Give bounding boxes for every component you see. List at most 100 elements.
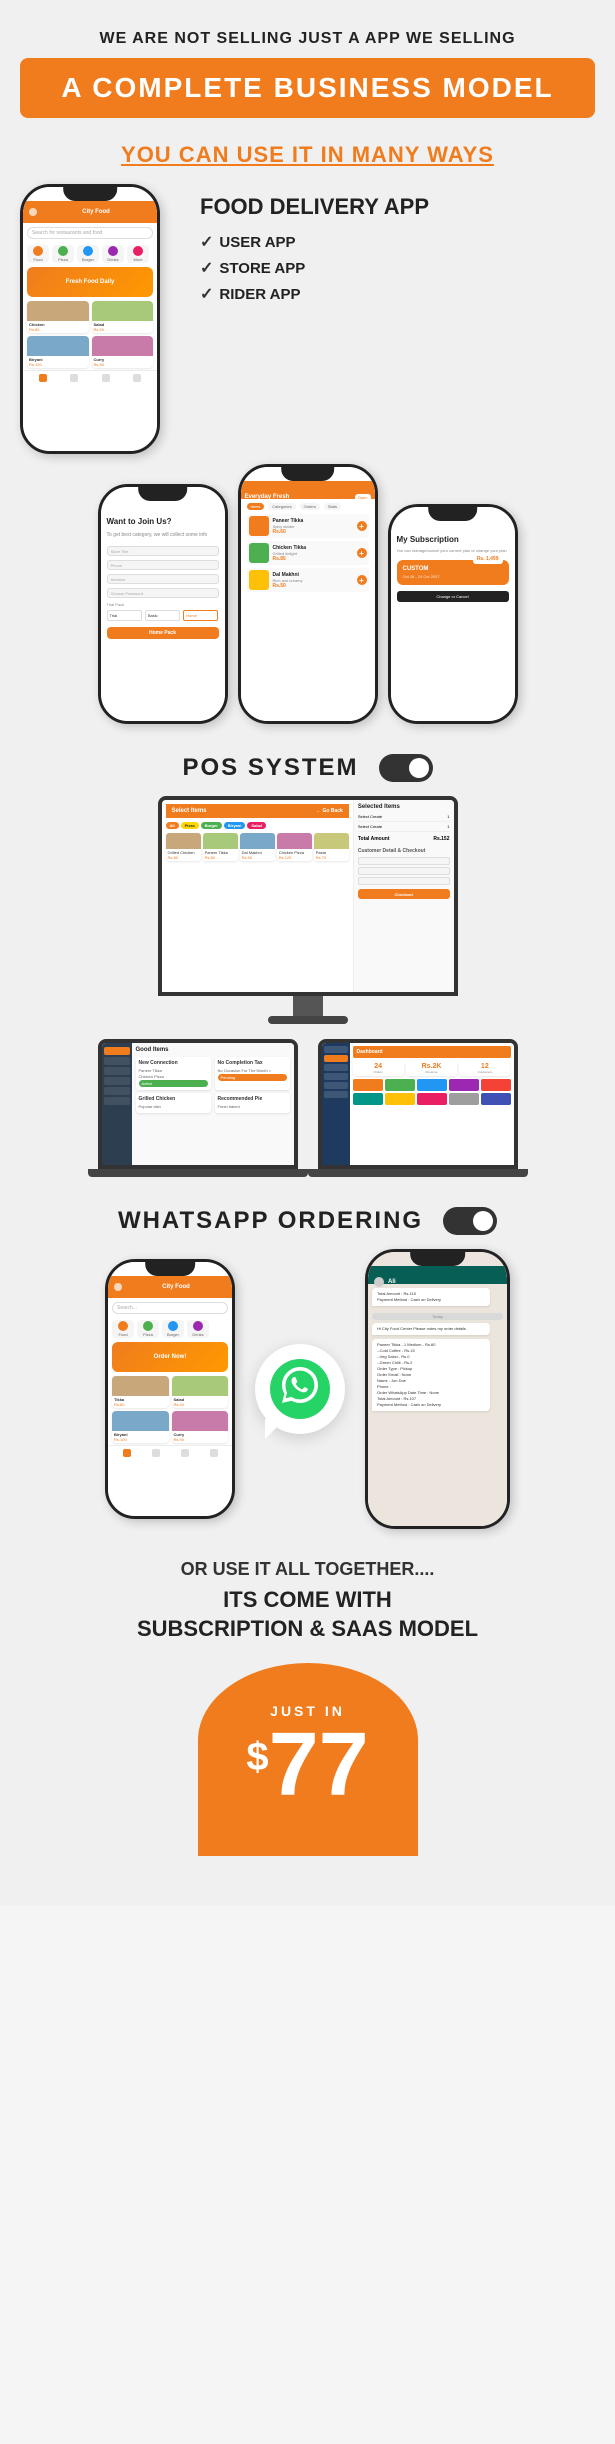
item-img — [240, 833, 275, 849]
whatsapp-icon-wrapper — [255, 1344, 345, 1434]
combine-section: OR USE IT ALL TOGETHER.... ITS COME WITH… — [20, 1559, 595, 1643]
item-qty: 1 — [447, 824, 449, 829]
plan-date: Oct 28 - 24 Oct 2027 — [403, 574, 503, 579]
pos-left: Select Items ← Go Back All Pizza Burger … — [162, 800, 354, 992]
checkout-button[interactable]: Checkout — [358, 889, 450, 899]
phone-input[interactable]: Phone — [107, 560, 219, 570]
stats-row: 24 Orders Rs.2K Revenue 12 — [353, 1061, 511, 1076]
register-title: Want to Join Us? — [107, 517, 219, 526]
add-button[interactable]: + — [357, 548, 367, 558]
plan-basic[interactable]: Basic — [145, 610, 180, 621]
sub-desc: You can manage/cancel your current plan … — [397, 548, 509, 554]
total-value: Rs.152 — [433, 836, 449, 842]
use-it-title: YOU CAN USE IT IN MANY WAYS — [20, 142, 595, 168]
food-delivery-info: FOOD DELIVERY APP ✓ USER APP ✓ STORE APP… — [200, 184, 595, 310]
monitor-container: Select Items ← Go Back All Pizza Burger … — [20, 796, 595, 1024]
filter-burger[interactable]: Burger — [201, 822, 222, 829]
nav-item[interactable] — [324, 1073, 348, 1080]
nav-item[interactable] — [324, 1091, 348, 1098]
whatsapp-logo — [270, 1359, 330, 1419]
remark-input[interactable] — [358, 877, 450, 885]
address-input[interactable]: Address — [107, 574, 219, 584]
nav-item[interactable] — [104, 1077, 130, 1085]
phone-search[interactable]: Search... — [112, 1302, 228, 1314]
order-card: No Completion Tax No Occasion For The Mo… — [215, 1057, 290, 1090]
product-price: Rs.60 — [273, 529, 353, 535]
nav-item[interactable] — [324, 1055, 348, 1062]
product-card: Curry Rs.90 — [92, 336, 154, 368]
action-btn[interactable] — [417, 1093, 447, 1105]
nav-item[interactable] — [104, 1057, 130, 1065]
customer-phone-input[interactable] — [358, 867, 450, 875]
filter-salad[interactable]: Salad — [247, 822, 266, 829]
customer-name-input[interactable] — [358, 857, 450, 865]
ef-product-1: Paneer Tikka Spicy starter Rs.60 + — [247, 514, 369, 538]
nav-item[interactable] — [104, 1047, 130, 1055]
item-img — [314, 833, 349, 849]
profile-icon — [210, 1449, 218, 1457]
action-btn[interactable] — [353, 1093, 383, 1105]
register-button[interactable]: Home Pack — [107, 627, 219, 639]
item-img — [203, 833, 238, 849]
sub-title: My Subscription — [397, 535, 509, 544]
add-button[interactable]: + — [357, 575, 367, 585]
action-btn[interactable] — [353, 1079, 383, 1091]
cat-item: Pizza — [137, 1320, 159, 1338]
action-btn[interactable] — [385, 1079, 415, 1091]
plan-home[interactable]: Home — [183, 610, 218, 621]
pos-item[interactable]: Grilled Chicken Rs.80 — [166, 833, 201, 861]
phone-notch — [138, 487, 188, 501]
nav-item[interactable] — [104, 1097, 130, 1105]
laptop-dashboard: Dashboard 24 Orders Rs.2K Revenue — [318, 1039, 518, 1177]
wa-contact: Ali — [388, 1279, 396, 1285]
pos-item[interactable]: Dal Makhni Rs.50 — [240, 833, 275, 861]
action-btn[interactable] — [481, 1079, 511, 1091]
go-back-btn[interactable]: ← Go Back — [316, 808, 343, 814]
password-input[interactable]: Choose Password — [107, 588, 219, 598]
pos-toggle[interactable] — [379, 754, 433, 782]
action-grid — [353, 1079, 511, 1105]
action-btn[interactable] — [417, 1079, 447, 1091]
food-delivery-section: City Food Search for restaurants and foo… — [20, 184, 595, 454]
cat-item: Burger — [77, 245, 99, 263]
filter-pizza[interactable]: Pizza — [181, 822, 199, 829]
subscription-phone: My Subscription You can manage/cancel yo… — [388, 504, 518, 724]
ef-tab-stats[interactable]: Stats — [324, 503, 341, 510]
nav-item[interactable] — [324, 1064, 348, 1071]
ef-tab-categories[interactable]: Categories — [268, 503, 295, 510]
filter-biryani[interactable]: Biryani — [224, 822, 246, 829]
product-card: Salad Rs.40 — [172, 1376, 229, 1408]
action-btn[interactable] — [449, 1079, 479, 1091]
phone-notch — [145, 1262, 195, 1276]
wa-date-separator: Today — [372, 1313, 503, 1320]
change-plan-button[interactable]: Change or Cancel — [397, 591, 509, 602]
action-btn[interactable] — [385, 1093, 415, 1105]
ef-tab-items[interactable]: Items — [247, 503, 265, 510]
pos-item[interactable]: Paneer Tikka Rs.60 — [203, 833, 238, 861]
home-icon — [123, 1449, 131, 1457]
action-btn[interactable] — [481, 1093, 511, 1105]
action-btn[interactable] — [449, 1093, 479, 1105]
bottom-nav — [23, 370, 157, 384]
nav-item[interactable] — [324, 1082, 348, 1089]
ef-tab-orders[interactable]: Orders — [300, 503, 320, 510]
plan-trial[interactable]: Trial — [107, 610, 142, 621]
pos-item[interactable]: Chicken Pizza Rs.120 — [277, 833, 312, 861]
product-card: Salad Rs.50 — [92, 301, 154, 333]
nav-item[interactable] — [104, 1067, 130, 1075]
store-app-phone: Everyday Fresh Open Items Categories Ord… — [238, 464, 378, 724]
nav-item[interactable] — [324, 1046, 348, 1053]
search-placeholder: Search for restaurants and food — [32, 230, 102, 236]
add-button[interactable]: + — [357, 521, 367, 531]
laptop-screen: Good Items New Connection Paneer Tikka C… — [98, 1039, 298, 1169]
combine-main-text: ITS COME WITHSUBSCRIPTION & SAAS MODEL — [20, 1586, 595, 1643]
nav-item[interactable] — [104, 1087, 130, 1095]
whatsapp-toggle[interactable] — [443, 1207, 497, 1235]
phone-search[interactable]: Search for restaurants and food — [27, 227, 153, 239]
filter-all[interactable]: All — [166, 822, 179, 829]
pos-item[interactable]: Pasta Rs.70 — [314, 833, 349, 861]
register-phone: Want to Join Us? To get best category, w… — [98, 484, 228, 724]
store-name-input[interactable]: Store Title — [107, 546, 219, 556]
total-label: Total Amount — [358, 836, 390, 842]
pos-screen-content: Select Items ← Go Back All Pizza Burger … — [162, 800, 454, 992]
